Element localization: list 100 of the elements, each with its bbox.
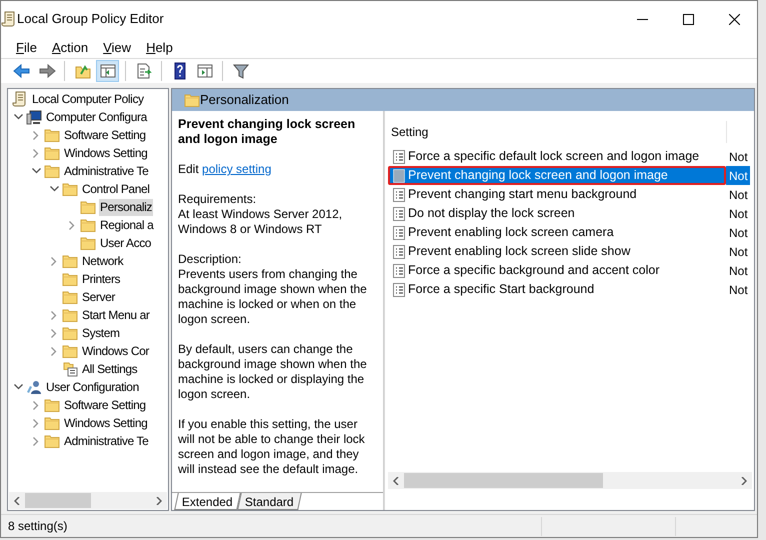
horizontal-scrollbar[interactable] bbox=[388, 472, 752, 489]
menu-item[interactable]: Action bbox=[44, 38, 96, 58]
setting-row[interactable]: Force a specific background and accent color bbox=[388, 261, 726, 280]
table-cell-text: Not bbox=[728, 282, 749, 298]
setting-icon bbox=[393, 264, 405, 278]
scrollbar-thumb[interactable] bbox=[25, 493, 91, 508]
scroll-left-icon[interactable] bbox=[393, 476, 399, 484]
tree-item[interactable]: Administrative Te bbox=[63, 162, 150, 180]
tree-item[interactable]: Windows Setting bbox=[63, 144, 148, 162]
folder-icon bbox=[184, 92, 200, 108]
description-label: Description: bbox=[178, 252, 242, 267]
folder-icon bbox=[44, 127, 60, 143]
setting-row[interactable]: Prevent enabling lock screen camera bbox=[388, 223, 726, 242]
folder-icon bbox=[62, 181, 78, 197]
description-text: If you enable this setting, the user will not be able to change their lock screen and logon image, and they will instead see the default image. bbox=[178, 417, 366, 477]
folder-icon bbox=[80, 217, 96, 233]
folder-icon bbox=[44, 397, 60, 413]
folder-icon bbox=[44, 415, 60, 431]
tree-item[interactable]: Software Setting bbox=[63, 396, 147, 414]
pane-icon bbox=[98, 62, 116, 80]
folder-icon bbox=[62, 271, 78, 287]
tree-item[interactable]: Local Computer Policy bbox=[31, 90, 145, 108]
setting-icon bbox=[393, 244, 405, 258]
policy-setting-link[interactable]: policy setting bbox=[202, 162, 272, 176]
setting-icon bbox=[393, 168, 405, 182]
back-arrow-icon bbox=[12, 62, 30, 80]
scroll-icon bbox=[12, 91, 28, 107]
folder-icon bbox=[62, 325, 78, 341]
setting-row[interactable]: Prevent enabling lock screen slide show bbox=[388, 242, 726, 261]
policy-title: Prevent changing lock screen and logon image bbox=[178, 117, 356, 147]
scroll-left-icon[interactable] bbox=[14, 496, 20, 504]
computer-icon bbox=[26, 109, 42, 125]
column-header[interactable]: Setting bbox=[391, 122, 726, 140]
setting-row[interactable]: Prevent changing lock screen and logon image bbox=[388, 166, 726, 185]
scroll-right-icon[interactable] bbox=[741, 476, 747, 484]
setting-row[interactable]: Force a specific Start background bbox=[388, 280, 726, 299]
setting-row[interactable]: Force a specific default lock screen and logon image bbox=[388, 147, 726, 166]
window-title: Local Group Policy Editor bbox=[17, 10, 165, 28]
settings-list-icon bbox=[62, 361, 78, 377]
tree-item[interactable]: Start Menu ar bbox=[81, 306, 150, 324]
tree-item[interactable]: Windows Setting bbox=[63, 414, 148, 432]
tree-item[interactable]: Server bbox=[81, 288, 116, 306]
menu-item[interactable]: View bbox=[96, 38, 138, 58]
menu-item[interactable]: File bbox=[9, 38, 44, 58]
table-cell-text: Not bbox=[728, 148, 749, 166]
folder-icon bbox=[80, 199, 96, 215]
forward-arrow-icon bbox=[38, 62, 56, 80]
setting-icon bbox=[393, 282, 405, 296]
maximize-icon[interactable] bbox=[682, 14, 694, 24]
horizontal-scrollbar[interactable] bbox=[9, 492, 167, 509]
folder-icon bbox=[44, 145, 60, 161]
folder-icon bbox=[62, 289, 78, 305]
status-text: 8 setting(s) bbox=[7, 518, 68, 535]
tree-item[interactable]: Control Panel bbox=[81, 180, 151, 198]
folder-icon bbox=[62, 343, 78, 359]
close-icon[interactable] bbox=[728, 14, 740, 24]
table-cell: Not bbox=[726, 166, 750, 185]
tree-item[interactable]: User Acco bbox=[99, 234, 152, 252]
table-cell-text: Not bbox=[728, 206, 749, 222]
description-text: By default, users can change the background image shown when the machine is locked or displaying the logon screen. bbox=[178, 342, 368, 402]
folder-icon bbox=[62, 307, 78, 323]
tree-item[interactable]: User Configuration bbox=[45, 378, 140, 396]
table-cell-text: Not bbox=[728, 224, 749, 242]
setting-row[interactable]: Do not display the lock screen bbox=[388, 204, 726, 223]
edit-label: Edit bbox=[178, 162, 200, 176]
folder-icon bbox=[44, 433, 60, 449]
export-list-icon bbox=[134, 62, 152, 80]
table-cell-text: Not bbox=[728, 244, 749, 260]
tree-item[interactable]: Windows Cor bbox=[81, 342, 150, 360]
setting-icon bbox=[393, 226, 405, 240]
tree-item[interactable]: All Settings bbox=[81, 360, 138, 378]
tree-item[interactable]: System bbox=[81, 324, 121, 342]
setting-icon bbox=[393, 188, 405, 202]
tree-item[interactable]: Regional a bbox=[99, 216, 154, 234]
setting-row[interactable]: Prevent changing start menu background bbox=[388, 185, 726, 204]
folder-icon bbox=[80, 235, 96, 251]
folder-icon bbox=[44, 163, 60, 179]
scroll-right-icon[interactable] bbox=[156, 496, 162, 504]
tree-item[interactable]: Network bbox=[81, 252, 124, 270]
requirements-label: Requirements: bbox=[178, 192, 258, 207]
tree-item[interactable]: Administrative Te bbox=[63, 432, 150, 450]
folder-icon bbox=[62, 253, 78, 269]
user-icon bbox=[26, 379, 42, 395]
scrollbar-thumb[interactable] bbox=[404, 473, 603, 488]
tab[interactable]: Standard bbox=[236, 493, 302, 510]
tab[interactable]: Extended bbox=[174, 493, 241, 510]
tree-item[interactable]: Personaliz bbox=[99, 198, 154, 216]
setting-icon bbox=[393, 206, 405, 220]
header-title: Personalization bbox=[200, 91, 289, 110]
tree-item[interactable]: Printers bbox=[81, 270, 122, 288]
menu-item[interactable]: Help bbox=[139, 38, 180, 58]
pane-icon bbox=[196, 62, 214, 80]
scroll-icon bbox=[1, 11, 17, 27]
tree-item[interactable]: Software Setting bbox=[63, 126, 147, 144]
filter-icon bbox=[232, 62, 250, 80]
table-cell-text: Not bbox=[728, 262, 749, 280]
setting-icon bbox=[393, 150, 405, 164]
description-text: Prevents users from changing the background image shown when the machine is locked or when on the logon screen. bbox=[178, 267, 368, 327]
tree-item[interactable]: Computer Configura bbox=[45, 108, 148, 126]
requirements-text: At least Windows Server 2012, Windows 8 or Windows RT bbox=[178, 207, 344, 237]
